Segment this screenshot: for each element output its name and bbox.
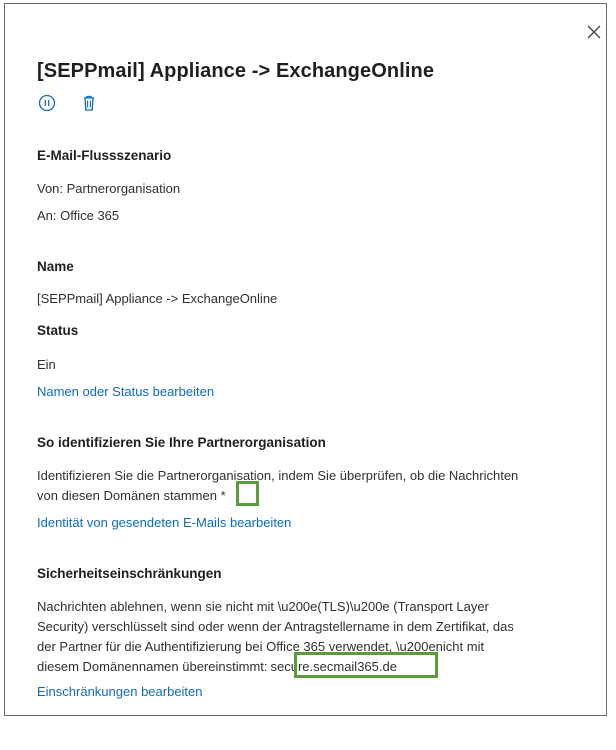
identify-domain-value: * [220, 488, 226, 503]
edit-name-status-link[interactable]: Namen oder Status bearbeiten [37, 384, 214, 399]
highlight-box-security-domain [294, 652, 438, 678]
name-heading: Name [37, 259, 74, 274]
identify-heading: So identifizieren Sie Ihre Partnerorgani… [37, 435, 326, 450]
mail-flow-from: Von: Partnerorganisation [37, 181, 181, 196]
status-heading: Status [37, 323, 79, 338]
identify-text-line2: von diesen Domänen stammen * [37, 486, 577, 506]
identify-text-line1: Identifizieren Sie die Partnerorganisati… [37, 468, 519, 483]
security-text-line4-label: diesem Domänennamen übereinstimmt: [37, 659, 268, 674]
edit-identity-link[interactable]: Identität von gesendeten E-Mails bearbei… [37, 515, 291, 530]
trash-icon[interactable] [79, 93, 99, 113]
mail-flow-to: An: Office 365 [37, 208, 120, 223]
highlight-box-identify-domain [236, 481, 259, 506]
status-value: Ein [37, 357, 56, 372]
panel-title: [SEPPmail] Appliance -> ExchangeOnline [37, 60, 435, 82]
edit-restrictions-link[interactable]: Einschränkungen bearbeiten [37, 684, 203, 699]
close-icon[interactable] [584, 22, 604, 42]
mail-flow-heading: E-Mail-Flussszenario [37, 148, 172, 163]
panel-toolbar [37, 93, 99, 113]
security-text-line2: Security) verschlüsselt sind oder wenn d… [37, 619, 514, 634]
identify-text: Identifizieren Sie die Partnerorganisati… [37, 466, 577, 506]
name-value: [SEPPmail] Appliance -> ExchangeOnline [37, 291, 278, 306]
security-text-line1: Nachrichten ablehnen, wenn sie nicht mit… [37, 599, 489, 614]
pause-circle-icon[interactable] [37, 93, 57, 113]
identify-text-line2-label: von diesen Domänen stammen [37, 488, 217, 503]
security-heading: Sicherheitseinschränkungen [37, 566, 222, 581]
